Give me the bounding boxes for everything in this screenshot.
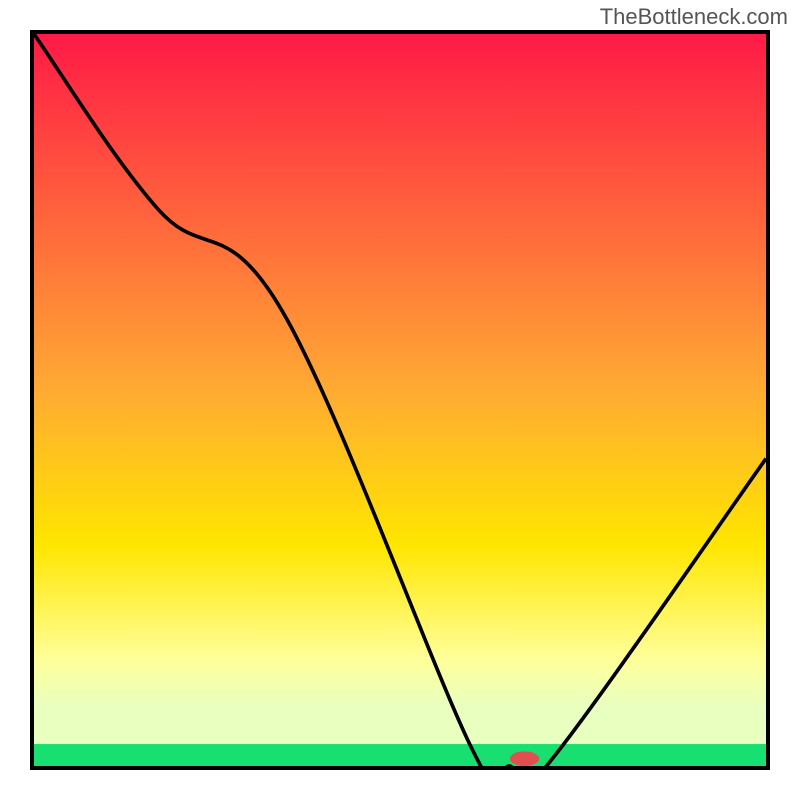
- optimal-marker: [510, 751, 539, 766]
- chart-container: TheBottleneck.com: [0, 0, 800, 800]
- gradient-background: [34, 34, 766, 744]
- green-band: [34, 744, 766, 766]
- watermark-text: TheBottleneck.com: [600, 4, 788, 30]
- chart-frame: [30, 30, 770, 770]
- chart-svg: [34, 34, 766, 766]
